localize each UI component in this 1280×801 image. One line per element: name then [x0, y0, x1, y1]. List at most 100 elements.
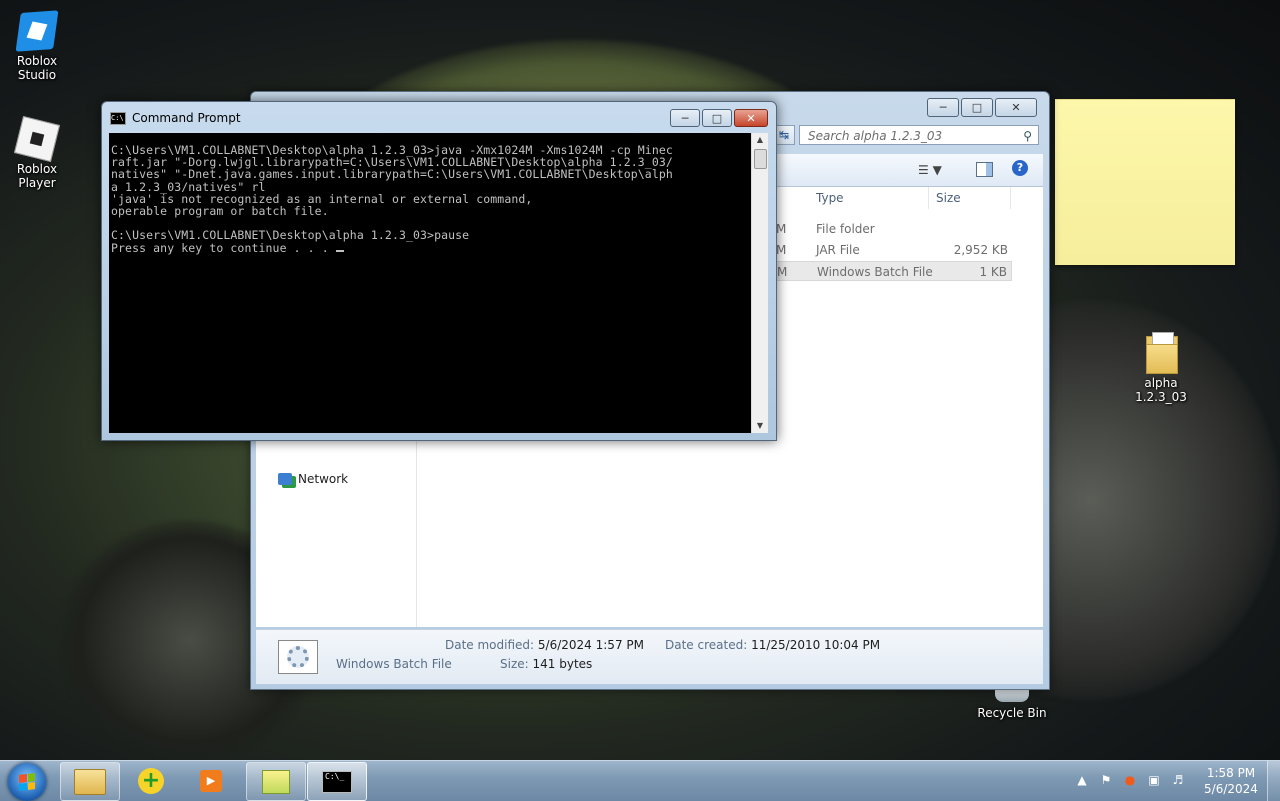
desktop-icon-label: Studio	[17, 68, 57, 82]
taskbar-sticky-notes-button[interactable]	[246, 762, 306, 801]
console-output: C:\Users\VM1.COLLABNET\Desktop\alpha 1.2…	[111, 143, 673, 255]
window-title: Command Prompt	[132, 111, 241, 125]
details-label: Date modified:	[445, 638, 535, 652]
show-desktop-button[interactable]	[1267, 761, 1280, 801]
details-label: Date created:	[665, 638, 748, 652]
details-size: Size: 141 bytes	[500, 657, 592, 671]
chevron-down-icon: ▼	[932, 163, 942, 177]
cmd-icon: C:\_	[322, 770, 352, 793]
folder-icon	[74, 768, 106, 795]
maximize-button[interactable]: □	[702, 109, 732, 127]
file-size: 1 KB	[979, 265, 1007, 279]
console-area[interactable]: C:\Users\VM1.COLLABNET\Desktop\alpha 1.2…	[109, 133, 751, 433]
details-label: Size:	[500, 657, 529, 671]
sticky-note[interactable]	[1055, 99, 1235, 265]
roblox-studio-icon	[15, 10, 59, 52]
cmd-titlebar[interactable]: C:\ Command Prompt	[110, 111, 241, 125]
close-button[interactable]: ✕	[995, 98, 1037, 117]
desktop-icon-label: Recycle Bin	[977, 706, 1047, 720]
taskbar-explorer-button[interactable]	[60, 762, 120, 801]
maximize-icon: □	[971, 101, 983, 114]
details-pane: Windows Batch File Date modified: 5/6/20…	[256, 629, 1043, 684]
cmd-icon: C:\	[110, 111, 126, 125]
scroll-down-icon[interactable]: ▼	[752, 419, 768, 433]
text-cursor	[335, 249, 344, 252]
scroll-thumb[interactable]	[754, 149, 767, 169]
file-type: Windows Batch File	[817, 265, 933, 279]
help-icon: ?	[1016, 161, 1024, 174]
clock-date: 5/6/2024	[1204, 782, 1258, 796]
media-player-icon: ▶	[200, 769, 222, 792]
file-row[interactable]: M JAR File 2,952 KB	[776, 240, 1012, 260]
network-icon[interactable]: ▣	[1147, 773, 1161, 787]
close-icon: ✕	[746, 111, 756, 125]
desktop-icon-roblox-studio[interactable]: Roblox Studio	[0, 10, 77, 82]
maximize-button[interactable]: □	[961, 98, 993, 117]
vertical-scrollbar[interactable]: ▲ ▼	[751, 133, 768, 433]
roblox-player-icon	[13, 115, 61, 163]
file-thumbnail	[278, 640, 318, 674]
network-icon	[278, 473, 292, 485]
cmd-caption-buttons: ─ □ ✕	[670, 109, 768, 127]
file-date-fragment: M	[776, 222, 787, 236]
windows-logo-icon	[19, 773, 35, 791]
taskbar: + ▶ C:\_ ▲ ⚑ ● ▣ ♬ 1:58 PM 5/6/2024	[0, 760, 1280, 801]
desktop-icon-label: Roblox	[16, 54, 58, 68]
security-icon[interactable]: ●	[1123, 773, 1137, 787]
search-placeholder: Search alpha 1.2.3_03	[808, 129, 943, 143]
view-icon: ☰	[918, 163, 929, 177]
details-value: 5/6/2024 1:57 PM	[537, 638, 644, 652]
desktop-icon-roblox-player[interactable]: Roblox Player	[0, 115, 77, 190]
taskbar-media-player-button[interactable]: ▶	[182, 762, 240, 799]
file-row[interactable]: M File folder	[776, 219, 1012, 239]
clock[interactable]: 1:58 PM 5/6/2024	[1196, 765, 1266, 797]
taskbar-app-button[interactable]: +	[122, 762, 180, 799]
search-icon[interactable]: ⚲	[1023, 126, 1032, 146]
minimize-button[interactable]: ─	[670, 109, 700, 127]
desktop-icon-label: 1.2.3_03	[1135, 390, 1187, 404]
file-row-selected[interactable]: M Windows Batch File 1 KB	[776, 261, 1012, 281]
desktop-icon-label: alpha	[1144, 376, 1178, 390]
details-value: 141 bytes	[532, 657, 593, 671]
help-button[interactable]: ?	[1012, 160, 1028, 176]
plus-icon: +	[138, 767, 164, 794]
recycle-bin-icon	[995, 688, 1029, 702]
minimize-icon: ─	[681, 111, 689, 125]
details-value: 11/25/2010 10:04 PM	[751, 638, 881, 652]
minimize-button[interactable]: ─	[927, 98, 959, 117]
close-icon: ✕	[1011, 101, 1021, 114]
batch-file-icon	[287, 646, 309, 668]
column-header-type[interactable]: Type	[816, 187, 929, 209]
change-view-button[interactable]: ☰ ▼	[918, 163, 942, 177]
details-date-modified: Date modified: 5/6/2024 1:57 PM	[445, 638, 644, 652]
details-file-type: Windows Batch File	[336, 657, 452, 671]
system-tray: ▲ ⚑ ● ▣ ♬	[1075, 773, 1185, 787]
file-type: JAR File	[816, 243, 860, 257]
desktop-icon-label: Roblox Player	[16, 162, 58, 190]
folder-icon	[1144, 332, 1178, 374]
explorer-caption-buttons: ─ □ ✕	[927, 98, 1037, 117]
volume-muted-icon[interactable]: ♬	[1171, 773, 1185, 787]
file-date-fragment: M	[777, 265, 788, 279]
flag-icon[interactable]: ⚑	[1099, 773, 1113, 787]
nav-item-label: Network	[298, 472, 349, 486]
search-input[interactable]: Search alpha 1.2.3_03 ⚲	[799, 125, 1039, 145]
file-size: 2,952 KB	[953, 243, 1008, 257]
scroll-up-icon[interactable]: ▲	[752, 133, 768, 147]
show-hidden-icons-icon[interactable]: ▲	[1075, 773, 1089, 787]
nav-item-network[interactable]: Network	[278, 472, 348, 486]
clock-time: 1:58 PM	[1206, 766, 1256, 780]
refresh-icon: ↹	[778, 128, 790, 142]
preview-pane-button[interactable]	[976, 162, 993, 177]
start-button[interactable]	[8, 763, 46, 801]
minimize-icon: ─	[939, 101, 947, 114]
desktop-icon-recycle-bin[interactable]: Recycle Bin	[972, 688, 1052, 720]
file-date-fragment: M	[776, 243, 787, 257]
details-date-created: Date created: 11/25/2010 10:04 PM	[665, 638, 880, 652]
taskbar-cmd-button[interactable]: C:\_	[307, 762, 367, 801]
desktop-icon-alpha-folder[interactable]: alpha 1.2.3_03	[1121, 332, 1201, 404]
command-prompt-window: C:\ Command Prompt ─ □ ✕ C:\Users\VM1.CO…	[101, 101, 777, 441]
close-button[interactable]: ✕	[734, 109, 768, 127]
file-type: File folder	[816, 222, 875, 236]
column-header-size[interactable]: Size	[936, 187, 1011, 209]
